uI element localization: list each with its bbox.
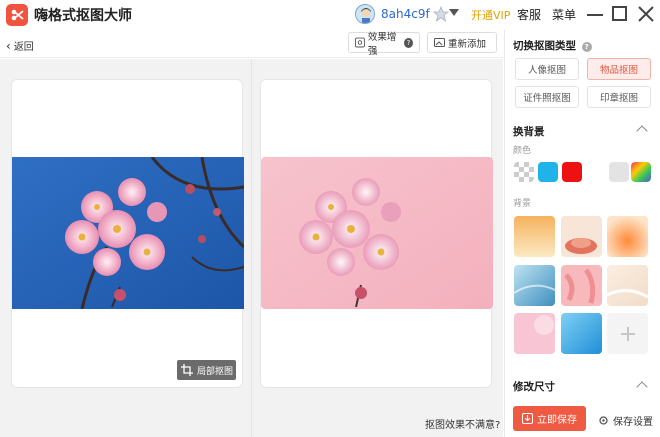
gear-icon <box>599 416 608 425</box>
color-label: 颜色 <box>513 146 532 156</box>
custom-color-icon[interactable] <box>631 162 651 182</box>
add-background-button[interactable] <box>607 313 648 354</box>
username[interactable]: 8ah4c9f <box>381 7 430 21</box>
save-icon <box>522 413 533 424</box>
original-photo <box>12 157 244 309</box>
back-label: 返回 <box>13 42 34 53</box>
user-account[interactable]: 8ah4c9f <box>355 4 449 24</box>
color-swatch-red[interactable] <box>562 162 582 182</box>
bg-tile-shell[interactable] <box>561 216 602 257</box>
toolbar: ‹ 返回 效果增强 ? 重新添加 <box>0 30 503 58</box>
maximize-icon[interactable] <box>612 6 627 21</box>
bg-tile-pink-leaves[interactable] <box>561 265 602 306</box>
collapse-resize-icon[interactable] <box>636 381 648 393</box>
local-cut-button[interactable]: 局部抠图 <box>177 360 236 380</box>
help-icon[interactable]: ? <box>404 37 413 48</box>
collapse-bg-icon[interactable] <box>636 125 648 137</box>
type-id-photo-button[interactable]: 证件照抠图 <box>515 86 579 108</box>
bg-tile-cream[interactable] <box>607 265 648 306</box>
transparent-swatch[interactable] <box>514 162 534 182</box>
avatar[interactable] <box>355 4 375 24</box>
open-vip-link[interactable]: 开通VIP <box>471 7 510 23</box>
local-cut-label: 局部抠图 <box>197 366 234 377</box>
save-now-label: 立即保存 <box>537 415 577 426</box>
save-now-button[interactable]: 立即保存 <box>513 406 586 431</box>
result-photo <box>261 157 493 309</box>
bg-tile-orange-gradient[interactable] <box>514 216 555 257</box>
bg-tile-blue-wave[interactable] <box>514 265 555 306</box>
type-seal-button[interactable]: 印章抠图 <box>587 86 651 108</box>
result-image-card <box>260 79 493 388</box>
service-button[interactable]: 客服 <box>517 6 541 23</box>
bg-tile-cyan[interactable] <box>561 313 602 354</box>
color-swatch-white[interactable] <box>586 162 606 182</box>
type-portrait-button[interactable]: 人像抠图 <box>515 58 579 80</box>
bg-tile-soft-pink[interactable] <box>514 313 555 354</box>
bg-tile-sun[interactable] <box>607 216 648 257</box>
readd-label: 重新添加 <box>448 38 487 50</box>
account-dropdown-icon[interactable] <box>449 9 459 16</box>
canvas-area: 局部抠图 抠图效果不满意? <box>0 59 503 437</box>
close-icon[interactable] <box>637 5 655 23</box>
crop-icon <box>181 364 193 376</box>
app-logo-icon <box>6 4 28 26</box>
original-image-card: 局部抠图 <box>11 79 244 388</box>
save-settings-button[interactable]: 保存设置 <box>598 413 653 428</box>
change-bg-title: 换背景 <box>513 126 545 138</box>
enhance-label: 效果增强 <box>367 31 397 57</box>
image-add-icon <box>434 38 445 47</box>
readd-button[interactable]: 重新添加 <box>427 32 497 53</box>
back-button[interactable]: ‹ 返回 <box>6 38 34 54</box>
chevron-left-icon: ‹ <box>6 38 11 53</box>
minimize-icon[interactable] <box>587 14 603 16</box>
app-title: 嗨格式抠图大师 <box>34 8 132 24</box>
color-swatch-blue[interactable] <box>538 162 558 182</box>
color-swatch-gray[interactable] <box>609 162 629 182</box>
resize-title: 修改尺寸 <box>513 381 555 393</box>
dissatisfied-link[interactable]: 抠图效果不满意? <box>425 416 500 431</box>
plus-icon <box>620 326 635 341</box>
help-icon[interactable]: ? <box>581 42 592 52</box>
enhance-button[interactable]: 效果增强 ? <box>348 32 420 57</box>
menu-button[interactable]: 菜单 <box>552 6 576 23</box>
enhance-icon <box>355 37 365 48</box>
vip-badge-icon <box>432 6 449 22</box>
background-label: 背景 <box>513 199 532 209</box>
save-settings-label: 保存设置 <box>613 417 653 428</box>
divider <box>251 59 252 437</box>
type-object-button[interactable]: 物品抠图 <box>587 58 651 80</box>
cut-type-title-text: 切换抠图类型 <box>513 40 576 52</box>
settings-panel: 切换抠图类型 ? 人像抠图 物品抠图 证件照抠图 印章抠图 换背景 颜色 背景 <box>504 30 660 437</box>
cut-type-title: 切换抠图类型 ? <box>513 38 592 53</box>
